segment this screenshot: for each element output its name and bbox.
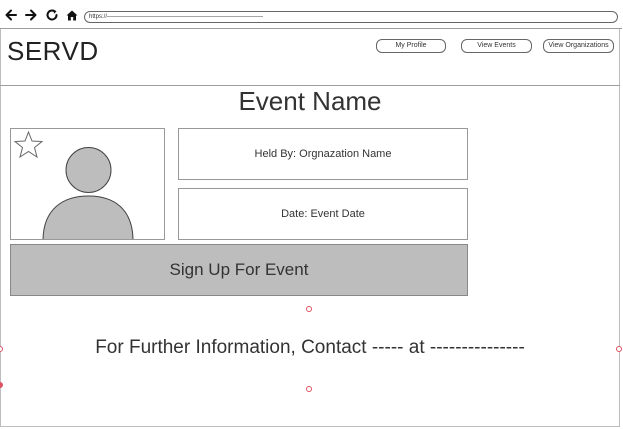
organization-box: Held By: Orgnazation Name	[178, 128, 468, 180]
held-by-text: Held By: Orgnazation Name	[254, 148, 392, 160]
person-avatar-icon	[42, 147, 134, 239]
address-bar[interactable]: https://——————————————————————————	[84, 11, 618, 23]
reload-icon[interactable]	[44, 7, 60, 23]
event-date-text: Date: Event Date	[281, 208, 365, 220]
site-logo[interactable]: SERVD	[7, 36, 99, 67]
event-title: Event Name	[238, 86, 382, 116]
sign-up-button[interactable]: Sign Up For Event	[10, 244, 468, 296]
browser-toolbar: https://——————————————————————————	[0, 0, 622, 29]
selection-handle-bottom[interactable]	[306, 386, 312, 392]
sign-up-label: Sign Up For Event	[169, 260, 309, 279]
view-organizations-button[interactable]: View Organizations	[543, 39, 614, 53]
star-icon	[13, 130, 44, 159]
event-image	[10, 128, 165, 240]
address-bar-url: https://——————————————————————————	[89, 14, 264, 20]
home-icon[interactable]	[64, 7, 80, 23]
contact-info-text: For Further Information, Contact ----- a…	[95, 337, 525, 358]
my-profile-button[interactable]: My Profile	[376, 39, 446, 53]
date-box: Date: Event Date	[178, 188, 468, 240]
selection-handle-top[interactable]	[306, 306, 312, 312]
forward-arrow-icon[interactable]	[23, 7, 39, 23]
view-events-button[interactable]: View Events	[461, 39, 532, 53]
back-arrow-icon[interactable]	[3, 7, 19, 23]
